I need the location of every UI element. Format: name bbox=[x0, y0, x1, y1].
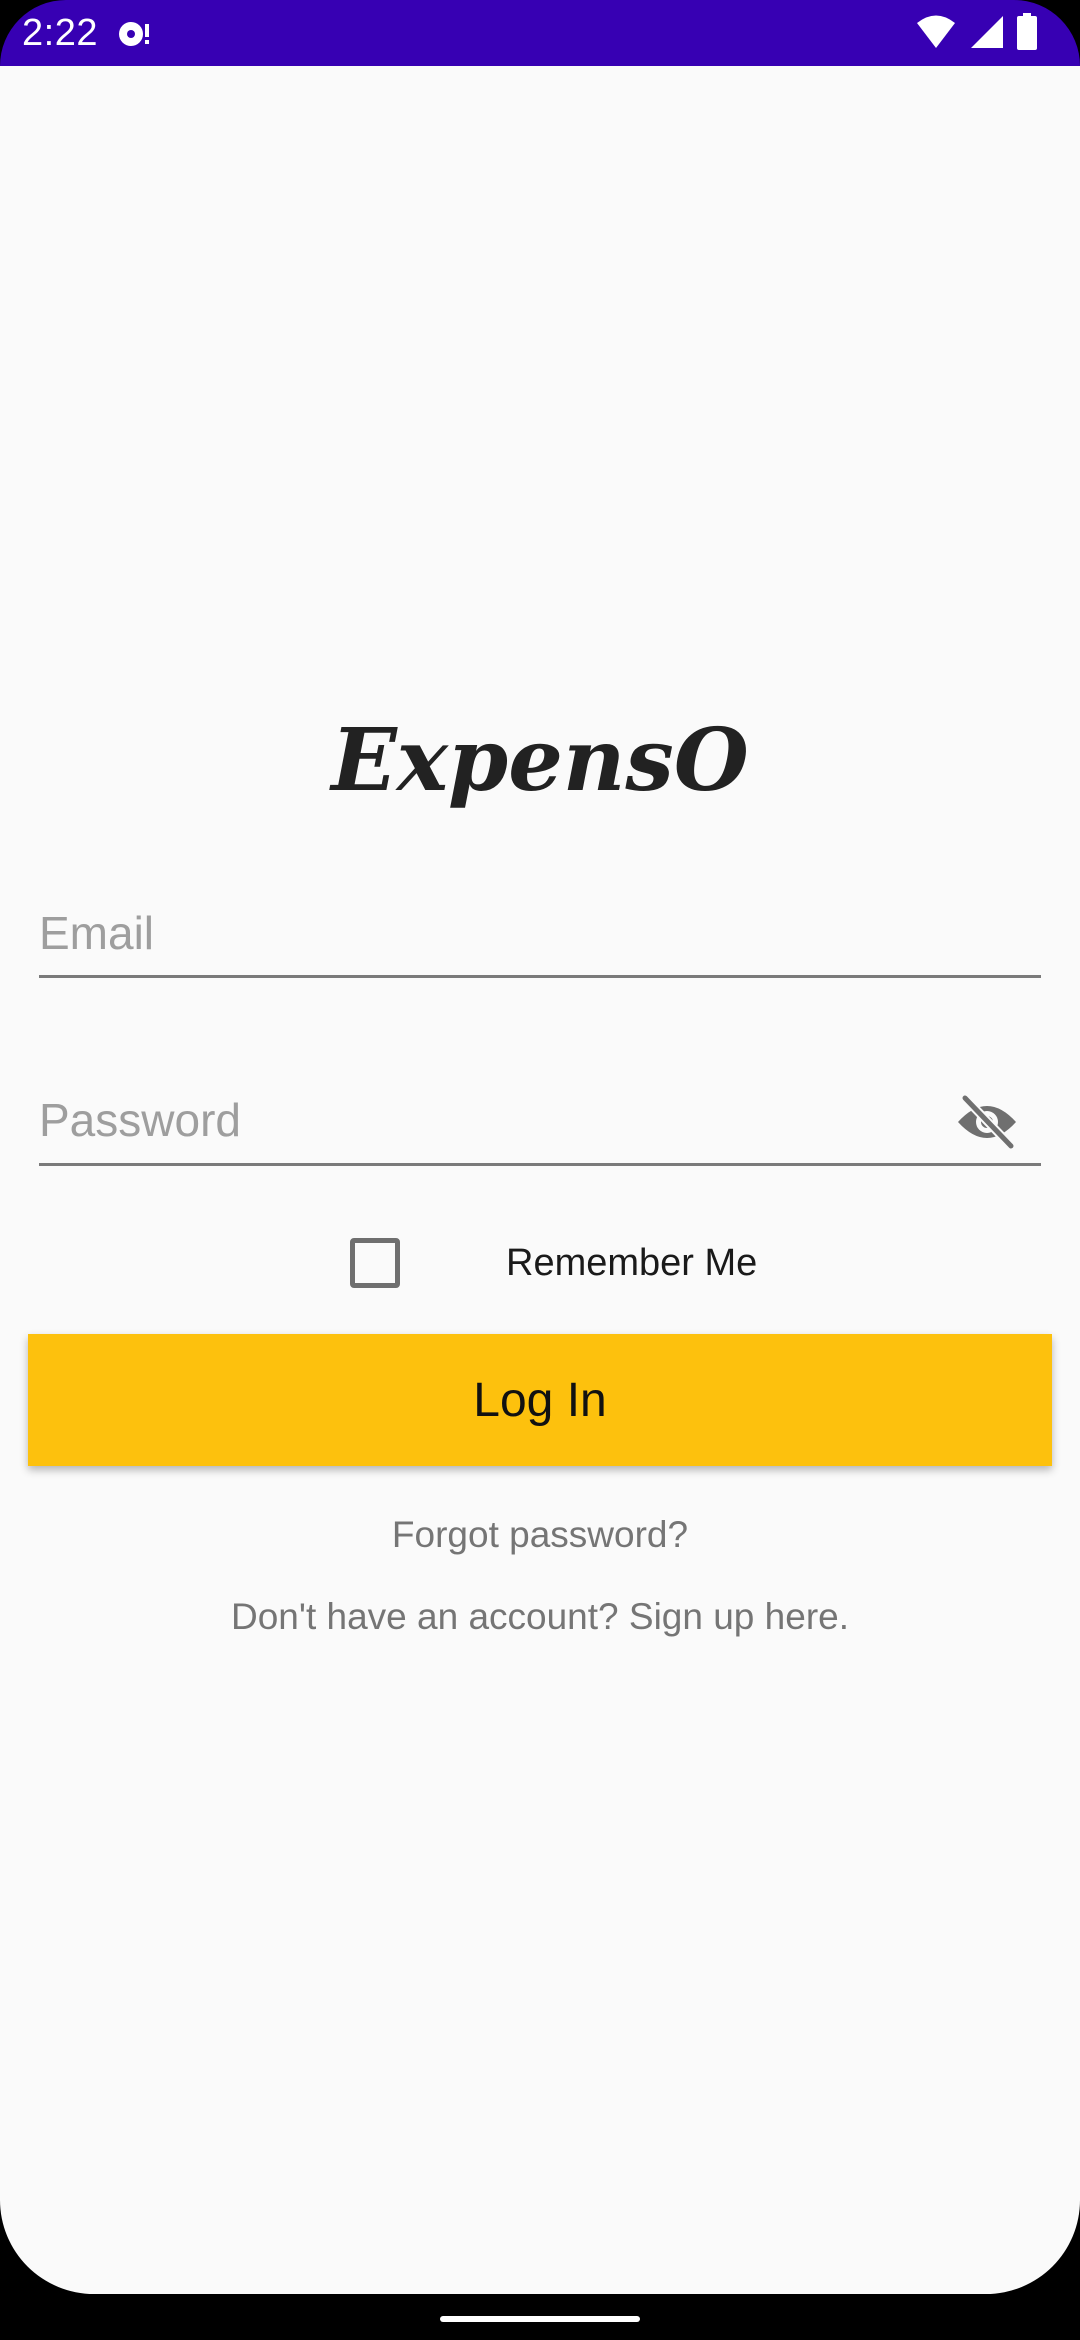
media-notification-icon bbox=[114, 14, 154, 54]
status-bar: 2:22 bbox=[0, 0, 1080, 66]
battery-icon bbox=[1016, 12, 1038, 56]
status-time: 2:22 bbox=[22, 12, 98, 54]
email-field[interactable] bbox=[39, 890, 1041, 978]
email-input[interactable] bbox=[39, 890, 1041, 975]
password-field[interactable] bbox=[39, 1076, 1041, 1166]
remember-me-checkbox[interactable] bbox=[350, 1238, 400, 1288]
forgot-password-link[interactable]: Forgot password? bbox=[0, 1514, 1080, 1556]
home-indicator[interactable] bbox=[440, 2316, 640, 2322]
password-input[interactable] bbox=[39, 1076, 1041, 1163]
app-logo: ExpensO bbox=[300, 710, 780, 820]
remember-me-label[interactable]: Remember Me bbox=[506, 1242, 757, 1285]
login-screen bbox=[0, 66, 1080, 2294]
sign-up-link[interactable]: Don't have an account? Sign up here. bbox=[0, 1596, 1080, 1638]
logo-text: ExpensO bbox=[328, 710, 749, 811]
visibility-off-icon[interactable] bbox=[955, 1094, 1019, 1150]
status-icons bbox=[916, 12, 1038, 56]
cellular-signal-icon bbox=[968, 14, 1004, 55]
wifi-icon bbox=[916, 14, 956, 55]
phone-screen: 2:22 ExpensO Email Remember Me Log In Fo… bbox=[0, 0, 1080, 2340]
remember-me-row[interactable]: Remember Me bbox=[350, 1236, 757, 1290]
login-button[interactable]: Log In bbox=[28, 1334, 1052, 1466]
